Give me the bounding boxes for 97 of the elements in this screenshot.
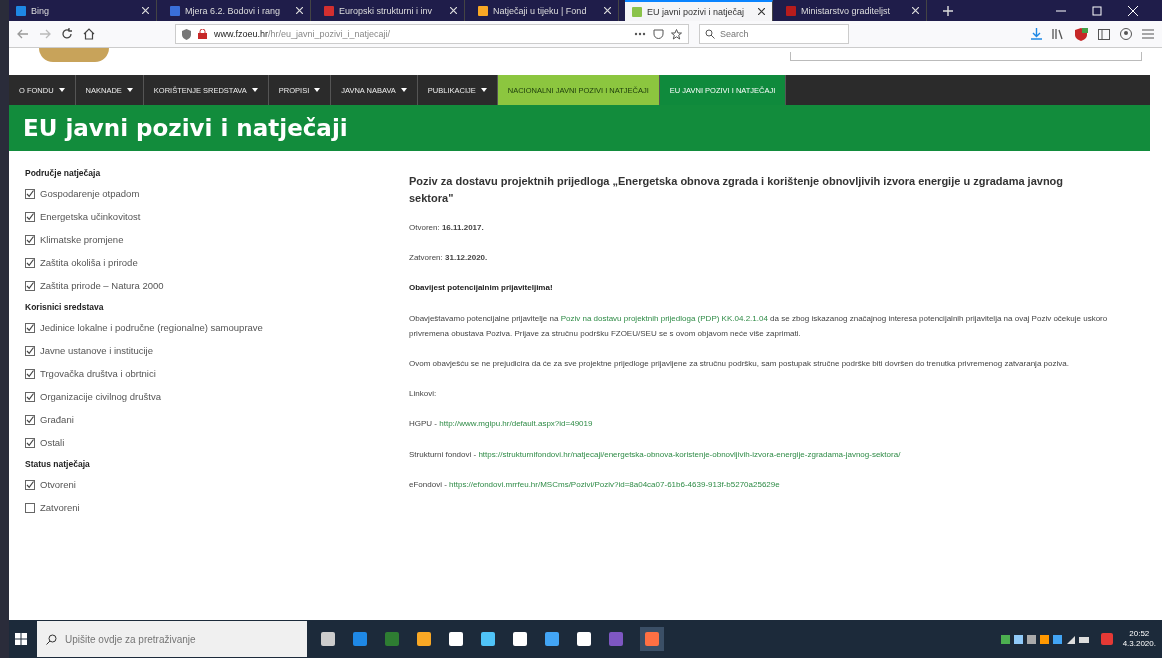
checkbox[interactable] <box>25 368 35 379</box>
favicon-icon <box>478 5 488 16</box>
app-icon[interactable] <box>416 631 432 647</box>
paragraph: Ovom obavješću se ne prejudicira da će za sve projektne prijedloge prijavljene za stručnu podršku, sam postupak stručne podrške biti dovršen do trenutka privremenog zatvaranja poziva. <box>409 357 1070 370</box>
paragraph: Otvoren: 16.11.2017. <box>409 222 485 234</box>
filter-option[interactable]: Zaštita okoliša i prirode <box>25 251 138 274</box>
filter-option[interactable]: Ostali <box>25 431 65 454</box>
new-tab-icon[interactable] <box>943 5 953 16</box>
pocket-icon[interactable] <box>653 28 664 40</box>
favicon-icon <box>324 5 334 16</box>
caret-icon <box>480 88 487 92</box>
back-icon[interactable] <box>17 29 29 39</box>
tab-title: Ministarstvo graditeljst <box>801 5 892 16</box>
more-icon[interactable] <box>634 32 646 36</box>
page-title: EU javni pozivi i natječaji <box>23 115 348 141</box>
paragraph: HGPU - http://www.mgipu.hr/default.aspx?id=49019 <box>409 418 594 431</box>
notice-heading: Obavijest potencijalnim prijaviteljima! <box>409 282 554 295</box>
clock-time: 20:52 <box>1129 629 1150 639</box>
filter-option[interactable]: Klimatske promjene <box>25 228 124 251</box>
notification-icon[interactable] <box>1100 633 1113 645</box>
checkbox[interactable] <box>25 479 35 490</box>
app-icon[interactable] <box>576 631 592 647</box>
favicon-icon <box>16 5 26 16</box>
maximize-icon[interactable] <box>1092 5 1102 16</box>
tray-icons-drawing[interactable] <box>1000 633 1091 645</box>
filter-option[interactable]: Organizacije civilnog društva <box>25 385 161 408</box>
article-title: Poziv za dostavu projektnih prijedloga „Energetska obnova zgrada i korištenje obnovljivih izvora energije u zgradama javnog sektora" <box>409 174 1065 206</box>
search-field[interactable]: Search <box>699 24 849 44</box>
filter-option[interactable]: Otvoreni <box>25 473 76 496</box>
checkbox[interactable] <box>25 345 35 356</box>
checkbox[interactable] <box>25 437 35 448</box>
tab-title: EU javni pozivi i natječaj <box>647 6 746 17</box>
url-text: www.fzoeu.hr/hr/eu_javni_pozivi_i_natjecaji/ <box>214 29 391 39</box>
filter-heading: Status natječaja <box>25 459 91 469</box>
checkbox[interactable] <box>25 188 35 199</box>
checkbox[interactable] <box>25 234 35 245</box>
sidebar-icon[interactable] <box>1098 28 1110 40</box>
close-icon[interactable] <box>758 8 765 15</box>
lock-icon <box>198 29 207 39</box>
tab-title: Natječaji u tijeku | Fond <box>493 5 588 16</box>
filter-option[interactable]: Trgovačka društva i obrtnici <box>25 362 156 385</box>
checkbox[interactable] <box>25 322 35 333</box>
paragraph: Zatvoren: 31.12.2020. <box>409 252 489 265</box>
tab-title: Europski strukturni i inv <box>339 5 434 16</box>
app-icon[interactable] <box>320 631 336 647</box>
filter-heading: Korisnici sredstava <box>25 302 105 312</box>
app-icon[interactable] <box>448 631 464 647</box>
filter-heading: Područje natječaja <box>25 168 102 178</box>
windows-icon[interactable] <box>15 633 27 645</box>
checkbox[interactable] <box>25 280 35 291</box>
paragraph: Obavještavamo potencijalne prijavitelje na Poziv na dostavu projektnih prijedloga (PDP) KK.04.2.1.04 da se zbog iskazanog značajnog interesa potencijalnih prijavitelja na ovaj Poziv očekuje uskoro privremena obustava Poziva. Prijave za stručnu podršku FZOEU/SEU se s ovom objavom neće više zaprimati. <box>409 312 1109 340</box>
taskbar-search-field[interactable]: Upišite ovdje za pretraživanje <box>37 621 307 657</box>
favicon-icon <box>170 5 180 16</box>
shield-icon[interactable] <box>1074 27 1088 41</box>
filter-option[interactable]: Gospodarenje otpadom <box>25 182 140 205</box>
reload-icon[interactable] <box>61 28 73 40</box>
filter-option[interactable]: Zatvoreni <box>25 496 80 519</box>
caret-icon <box>58 88 65 92</box>
checkbox[interactable] <box>25 502 35 513</box>
browser-tab[interactable]: EU javni pozivi i natječaj <box>625 0 773 21</box>
filter-option[interactable]: Zaštita prirode – Natura 2000 <box>25 274 164 297</box>
link[interactable]: https://efondovi.mrrfeu.hr/MSCms/Pozivi/Poziv?id=8a04ca07-61b6-4639-913f-b5270a25629e <box>449 479 780 489</box>
clock-date: 4.3.2020. <box>1122 639 1156 649</box>
home-icon[interactable] <box>83 28 95 40</box>
link[interactable]: http://www.mgipu.hr/default.aspx?id=49019 <box>439 419 593 429</box>
filter-option[interactable]: Energetska učinkovitost <box>25 205 141 228</box>
address-bar[interactable]: www.fzoeu.hr/hr/eu_javni_pozivi_i_natjecaji/ <box>175 24 689 44</box>
app-icon[interactable] <box>512 631 528 647</box>
paragraph: Strukturni fondovi - https://strukturnifondovi.hr/natjecaji/energetska-obnova-koristenje-obnovljivih-izvora-energije-zgradama-javnog-sektora/ <box>409 448 902 461</box>
filter-option[interactable]: Građani <box>25 408 74 431</box>
paragraph: Linkovi: <box>409 388 438 401</box>
download-icon[interactable] <box>1031 28 1042 40</box>
library-icon[interactable] <box>1052 28 1064 40</box>
caret-icon <box>251 88 258 92</box>
filter-option[interactable]: Javne ustanove i institucije <box>25 339 153 362</box>
filter-option[interactable]: Jedinice lokalne i područne (regionalne) samouprave <box>25 316 263 339</box>
star-icon[interactable] <box>671 28 682 40</box>
favicon-icon <box>786 5 796 16</box>
caret-icon <box>400 88 407 92</box>
caret-icon <box>314 88 321 92</box>
checkbox[interactable] <box>25 391 35 402</box>
account-icon[interactable] <box>1120 28 1132 40</box>
paragraph: eFondovi - https://efondovi.mrrfeu.hr/MSCms/Pozivi/Poziv?id=8a04ca07-61b6-4639-913f-b5270a25629e <box>409 478 781 491</box>
tab-title: Mjera 6.2. Bodovi i rang <box>185 5 282 16</box>
shield-icon <box>182 28 191 40</box>
clock[interactable]: 20:52 4.3.2020. <box>1122 629 1156 649</box>
app-icon[interactable] <box>480 631 496 647</box>
caret-icon <box>126 88 133 92</box>
checkbox[interactable] <box>25 211 35 222</box>
checkbox[interactable] <box>25 414 35 425</box>
logo-icon <box>39 48 109 62</box>
link[interactable]: https://strukturnifondovi.hr/natjecaji/energetska-obnova-koristenje-obnovljivih-izvora-energije-zgradama-javnog-sektora/ <box>478 449 901 459</box>
favicon-icon <box>632 6 642 17</box>
checkbox[interactable] <box>25 257 35 268</box>
link[interactable]: Poziv na dostavu projektnih prijedloga (PDP) KK.04.2.1.04 <box>560 313 768 323</box>
site-search-field[interactable] <box>790 52 1142 61</box>
tab-title: Bing <box>31 5 50 16</box>
